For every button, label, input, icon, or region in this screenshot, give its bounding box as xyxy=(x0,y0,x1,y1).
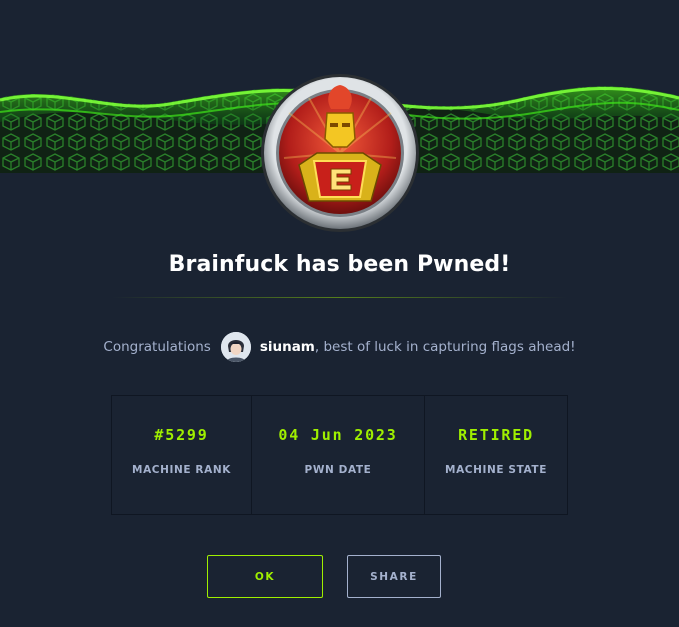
title-divider xyxy=(112,297,567,298)
stat-label: PWN DATE xyxy=(304,464,372,476)
ok-button[interactable]: OK xyxy=(207,555,323,598)
stat-value: #5299 xyxy=(154,426,209,444)
stat-machine-rank: #5299 MACHINE RANK xyxy=(112,396,252,514)
stat-label: MACHINE RANK xyxy=(132,464,231,476)
user-avatar xyxy=(220,332,251,362)
pwned-modal: Brainfuck has been Pwned! Congratulation… xyxy=(0,0,679,627)
stat-value: 04 Jun 2023 xyxy=(278,426,398,444)
congrats-message: Congratulations siunam , best of luck in… xyxy=(0,331,679,363)
congrats-suffix: , best of luck in capturing flags ahead! xyxy=(314,339,576,355)
share-button[interactable]: SHARE xyxy=(347,555,441,598)
stats-panel: #5299 MACHINE RANK 04 Jun 2023 PWN DATE … xyxy=(111,395,568,515)
username[interactable]: siunam xyxy=(260,339,315,355)
stat-value: RETIRED xyxy=(458,426,534,444)
machine-badge-icon xyxy=(259,73,421,233)
stat-pwn-date: 04 Jun 2023 PWN DATE xyxy=(252,396,425,514)
congrats-prefix: Congratulations xyxy=(103,339,211,355)
stat-machine-state: RETIRED MACHINE STATE xyxy=(425,396,567,514)
pwned-title: Brainfuck has been Pwned! xyxy=(168,252,511,277)
stat-label: MACHINE STATE xyxy=(445,464,547,476)
